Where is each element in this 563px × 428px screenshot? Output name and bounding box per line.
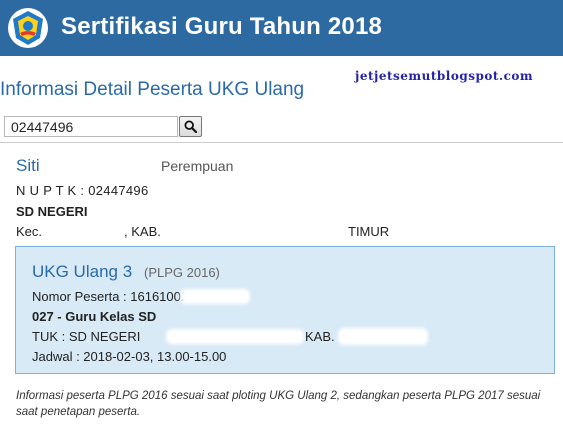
ukg-class: 027 - Guru Kelas SD bbox=[32, 309, 157, 324]
ukg-title: UKG Ulang 3 bbox=[32, 262, 133, 281]
app-header: Sertifikasi Guru Tahun 2018 bbox=[0, 0, 563, 56]
redaction bbox=[46, 224, 124, 239]
ukg-subtitle: (PLPG 2016) bbox=[144, 265, 220, 280]
tut-wuri-handayani-logo-icon bbox=[8, 8, 48, 48]
participant-address: Kec. bbox=[16, 224, 42, 239]
watermark-text: jetjetsemutblogspot.com bbox=[355, 69, 534, 83]
participant-nuptk: N U P T K : 02447496 bbox=[16, 183, 149, 198]
address-start: Kec. bbox=[16, 224, 43, 239]
footnote: Informasi peserta PLPG 2016 sesuai saat … bbox=[16, 390, 541, 418]
redaction bbox=[150, 183, 230, 199]
ukg-tuk: TUK : SD NEGERI bbox=[32, 329, 141, 344]
address-mid: , KAB. bbox=[124, 224, 161, 239]
redaction bbox=[172, 224, 348, 239]
redaction bbox=[338, 328, 428, 345]
participant-school: SD NEGERI bbox=[16, 204, 88, 219]
redaction bbox=[180, 289, 250, 304]
redaction bbox=[96, 204, 336, 219]
ukg-info-panel: UKG Ulang 3 (PLPG 2016) Nomor Peserta : … bbox=[15, 246, 555, 374]
participant-name: Siti bbox=[16, 156, 40, 175]
search-icon bbox=[184, 120, 197, 133]
ukg-schedule: Jadwal : 2018-02-03, 13.00-15.00 bbox=[32, 349, 227, 364]
ukg-participant-number: Nomor Peserta : 16161002 bbox=[32, 289, 189, 304]
search-button[interactable] bbox=[179, 116, 202, 137]
divider bbox=[0, 142, 563, 143]
page-title: Informasi Detail Peserta UKG Ulang bbox=[0, 79, 305, 100]
participant-gender: Perempuan bbox=[161, 158, 234, 174]
ukg-tuk-kab: KAB. bbox=[305, 329, 335, 344]
redaction bbox=[50, 158, 158, 174]
redaction bbox=[166, 329, 304, 344]
header-title: Sertifikasi Guru Tahun 2018 bbox=[61, 13, 383, 40]
address-end: TIMUR bbox=[348, 224, 390, 239]
search-input[interactable] bbox=[4, 116, 178, 137]
